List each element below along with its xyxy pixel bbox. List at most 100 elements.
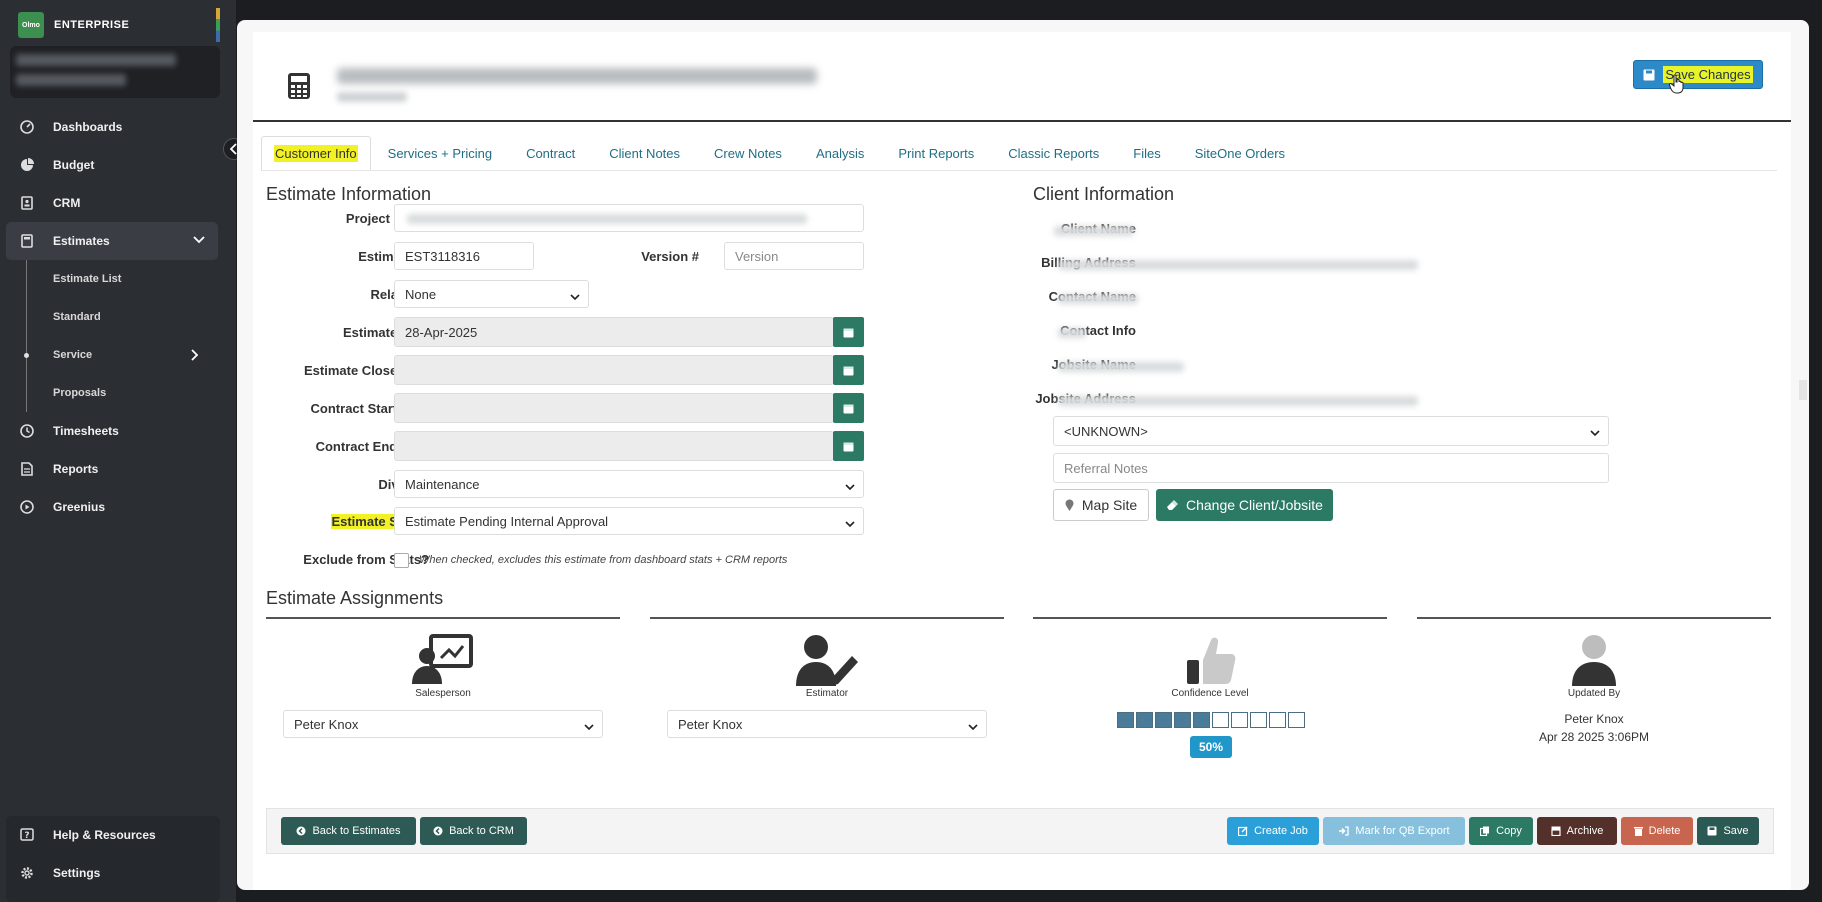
confidence-meter-cell[interactable] — [1288, 712, 1305, 728]
confidence-meter-cell[interactable] — [1193, 712, 1210, 728]
change-client-jobsite-button[interactable]: Change Client/Jobsite — [1156, 489, 1333, 521]
estimate-date-input[interactable]: 28-Apr-2025 — [394, 317, 834, 347]
tab-print-reports[interactable]: Print Reports — [881, 136, 991, 170]
confidence-meter-cell[interactable] — [1212, 712, 1229, 728]
client-information-title: Client Information — [1033, 184, 1175, 204]
contact-name-redacted — [1058, 294, 1138, 304]
sidebar-subitem-proposals[interactable]: Proposals — [0, 374, 236, 412]
brand[interactable]: Olmo ENTERPRISE — [18, 12, 129, 38]
referral-select[interactable]: <UNKNOWN> — [1053, 416, 1609, 446]
brand-text: ENTERPRISE — [54, 19, 130, 31]
contract-start-date-calendar-button[interactable] — [833, 393, 864, 423]
create-job-button[interactable]: Create Job — [1227, 817, 1319, 845]
sidebar-item-crm[interactable]: CRM — [0, 184, 236, 222]
estimate-close-date-input[interactable] — [394, 355, 834, 385]
tab-customer-info[interactable]: Customer Info — [261, 136, 371, 170]
estimate-assignments-title: Estimate Assignments — [266, 588, 444, 608]
estimate-status-select[interactable]: Estimate Pending Internal Approval — [394, 507, 864, 535]
back-to-crm-button[interactable]: Back to CRM — [420, 817, 527, 845]
tab-client-notes[interactable]: Client Notes — [592, 136, 697, 170]
sidebar-subitem-service[interactable]: Service — [0, 336, 236, 374]
sidebar-subitem-label: Service — [53, 349, 93, 361]
archive-button[interactable]: Archive — [1537, 817, 1617, 845]
save-button[interactable]: Save — [1697, 817, 1759, 845]
confidence-meter-cell[interactable] — [1269, 712, 1286, 728]
active-dot — [24, 353, 29, 358]
sidebar-item-timesheets[interactable]: Timesheets — [0, 412, 236, 450]
estimate-close-date-calendar-button[interactable] — [833, 355, 864, 385]
updated-by-divider — [1417, 617, 1771, 619]
sidebar-item-estimates[interactable]: Estimates — [6, 222, 218, 260]
scrollbar-edge[interactable] — [1799, 380, 1807, 400]
tab-files[interactable]: Files — [1116, 136, 1177, 170]
sidebar-item-reports[interactable]: Reports — [0, 450, 236, 488]
referral-notes-input[interactable]: Referral Notes — [1053, 453, 1609, 483]
estimate-date-calendar-button[interactable] — [833, 317, 864, 347]
tab-contract[interactable]: Contract — [509, 136, 592, 170]
chevron-right-icon — [190, 348, 200, 365]
salesperson-caption: Salesperson — [415, 688, 471, 699]
confidence-meter-cell[interactable] — [1174, 712, 1191, 728]
salesperson-divider — [266, 617, 620, 619]
edit-icon — [1238, 826, 1248, 836]
svg-text:?: ? — [24, 831, 29, 841]
updated-by-caption: Updated By — [1567, 688, 1621, 699]
contract-start-date-input[interactable] — [394, 393, 834, 423]
division-select[interactable]: Maintenance — [394, 470, 864, 498]
copy-button[interactable]: Copy — [1469, 817, 1533, 845]
mark-for-qb-export-label: Mark for QB Export — [1355, 825, 1450, 837]
tab-services-pricing[interactable]: Services + Pricing — [371, 136, 509, 170]
estimator-select[interactable]: Peter Knox — [667, 710, 987, 738]
calendar-icon — [843, 404, 854, 413]
confidence-meter-cell[interactable] — [1155, 712, 1172, 728]
sidebar-item-greenius[interactable]: Greenius — [0, 488, 236, 526]
confidence-percent-badge: 50% — [1190, 736, 1232, 758]
sidebar-subitem-standard[interactable]: Standard — [0, 298, 236, 336]
confidence-meter-cell[interactable] — [1250, 712, 1267, 728]
relations-select[interactable]: None — [394, 280, 589, 308]
estimate-status-value: Estimate Pending Internal Approval — [405, 513, 609, 529]
chevron-down-icon — [1590, 425, 1600, 440]
project-name-input[interactable] — [394, 204, 864, 232]
sidebar-subitem-estimate-list[interactable]: Estimate List — [0, 260, 236, 298]
floppy-disk-icon — [1643, 69, 1655, 80]
sidebar-item-label: Help & Resources — [53, 828, 156, 842]
exclude-from-stats-checkbox[interactable] — [394, 553, 409, 568]
sidebar-subitem-label: Estimate List — [53, 273, 122, 285]
tab-siteone-orders[interactable]: SiteOne Orders — [1178, 136, 1302, 170]
sidebar-item-settings[interactable]: Settings — [6, 854, 220, 892]
jobsite-name-redacted — [1058, 362, 1184, 372]
sidebar-item-dashboards[interactable]: Dashboards — [0, 108, 236, 146]
back-to-estimates-button[interactable]: Back to Estimates — [281, 817, 416, 845]
confidence-meter[interactable] — [1117, 712, 1305, 728]
tab-analysis[interactable]: Analysis — [799, 136, 881, 170]
floppy-disk-icon — [1707, 826, 1717, 836]
estimate-information-title: Estimate Information — [266, 184, 432, 204]
sidebar-nav: Dashboards Budget CRM Estimates Estimate… — [0, 108, 236, 526]
main-panel: Save Changes Customer Info Services + Pr… — [237, 20, 1809, 890]
contract-end-date-input[interactable] — [394, 431, 834, 461]
salesperson-select[interactable]: Peter Knox — [283, 710, 603, 738]
mark-for-qb-export-button[interactable]: Mark for QB Export — [1323, 817, 1465, 845]
estimate-id-input[interactable]: EST3118316 — [394, 242, 534, 270]
sidebar-item-help[interactable]: ? Help & Resources — [6, 816, 220, 854]
sidebar-item-label: Budget — [53, 158, 95, 172]
confidence-meter-cell[interactable] — [1231, 712, 1248, 728]
map-site-button[interactable]: Map Site — [1053, 489, 1149, 521]
relations-value: None — [405, 286, 437, 302]
sidebar-item-label: Estimates — [53, 234, 110, 248]
chevron-down-icon — [845, 479, 855, 494]
organization-switcher[interactable] — [10, 46, 220, 98]
estimate-subtitle-redacted — [337, 92, 407, 102]
confidence-meter-cell[interactable] — [1136, 712, 1153, 728]
tab-crew-notes[interactable]: Crew Notes — [697, 136, 799, 170]
version-input[interactable]: Version — [724, 242, 864, 270]
sidebar-item-budget[interactable]: Budget — [0, 146, 236, 184]
confidence-divider — [1033, 617, 1387, 619]
contract-end-date-calendar-button[interactable] — [833, 431, 864, 461]
delete-button[interactable]: Delete — [1621, 817, 1693, 845]
tab-classic-reports[interactable]: Classic Reports — [991, 136, 1116, 170]
confidence-meter-cell[interactable] — [1117, 712, 1134, 728]
client-name-redacted[interactable] — [1054, 226, 1134, 236]
save-changes-button[interactable]: Save Changes — [1633, 60, 1763, 89]
